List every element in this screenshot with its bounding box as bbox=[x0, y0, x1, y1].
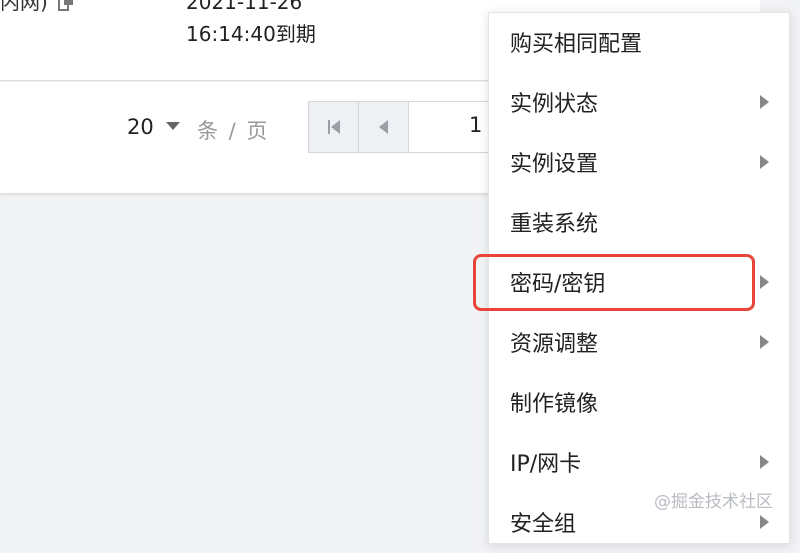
menu-item-password-key[interactable]: 密码/密钥 bbox=[489, 253, 789, 313]
prev-page-icon bbox=[379, 120, 388, 134]
caret-down-icon[interactable] bbox=[166, 122, 180, 130]
menu-item-buy-same-config[interactable]: 购买相同配置 bbox=[489, 13, 789, 73]
menu-item-instance-status[interactable]: 实例状态 bbox=[489, 73, 789, 133]
per-page-label: 条 / 页 bbox=[197, 119, 270, 143]
menu-item-label: 购买相同配置 bbox=[510, 32, 643, 57]
menu-item-label: 密码/密钥 bbox=[510, 272, 606, 297]
chevron-right-icon bbox=[760, 515, 769, 529]
chevron-right-icon bbox=[760, 455, 769, 469]
menu-item-reinstall-os[interactable]: 重装系统 bbox=[489, 193, 789, 253]
menu-item-label: 制作镜像 bbox=[510, 392, 599, 417]
menu-item-label: IP/网卡 bbox=[510, 452, 582, 477]
menu-item-label: 实例设置 bbox=[510, 152, 599, 177]
menu-item-ip-nic[interactable]: IP/网卡 bbox=[489, 433, 789, 493]
chevron-right-icon bbox=[760, 335, 769, 349]
first-page-icon bbox=[328, 120, 340, 134]
menu-item-label: 实例状态 bbox=[510, 92, 599, 117]
expiry-date: 2021-11-26 16:14:40到期 bbox=[186, 0, 316, 50]
copy-icon[interactable] bbox=[58, 0, 76, 12]
expiry-date-line1: 2021-11-26 bbox=[186, 0, 303, 14]
menu-item-label: 资源调整 bbox=[510, 332, 599, 357]
ip-type-text: 内网) bbox=[0, 0, 48, 14]
instance-more-menu: 购买相同配置 实例状态 实例设置 重装系统 密码/密钥 资源调整 制作镜像 IP… bbox=[488, 12, 790, 544]
menu-item-label: 安全组 bbox=[510, 512, 577, 537]
first-page-button[interactable] bbox=[309, 102, 359, 152]
menu-item-resource-adjust[interactable]: 资源调整 bbox=[489, 313, 789, 373]
page-size-select[interactable]: 20 bbox=[127, 115, 154, 139]
chevron-right-icon bbox=[760, 95, 769, 109]
page-number-input[interactable]: 1 bbox=[469, 113, 482, 137]
menu-item-create-image[interactable]: 制作镜像 bbox=[489, 373, 789, 433]
menu-item-label: 重装系统 bbox=[510, 212, 599, 237]
chevron-right-icon bbox=[760, 155, 769, 169]
menu-item-instance-settings[interactable]: 实例设置 bbox=[489, 133, 789, 193]
expiry-date-line2: 16:14:40到期 bbox=[186, 22, 316, 46]
prev-page-button[interactable] bbox=[359, 102, 409, 152]
watermark: @掘金技术社区 bbox=[654, 492, 773, 512]
chevron-right-icon bbox=[760, 275, 769, 289]
